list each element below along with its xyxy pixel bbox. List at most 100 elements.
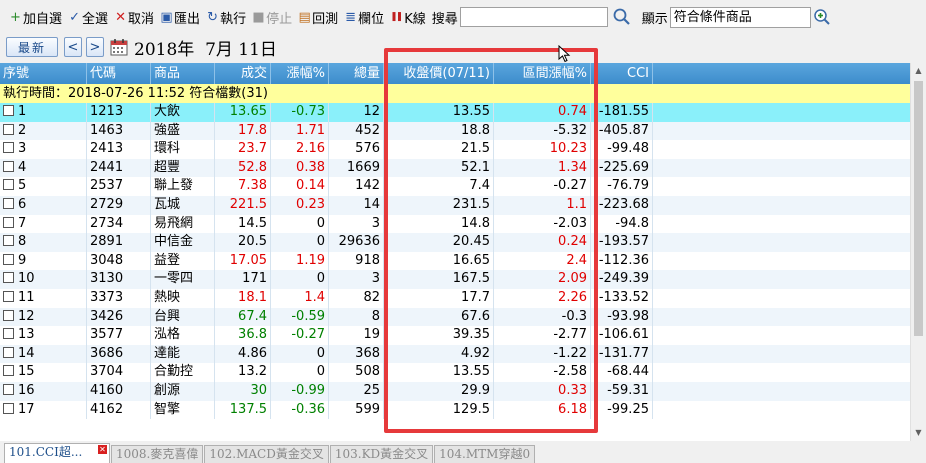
toolbar-button-7[interactable]: ▤ 回測 [295, 6, 341, 28]
row-checkbox[interactable] [3, 346, 14, 358]
cell-vol: 29636 [329, 233, 384, 252]
cell-code: 2734 [87, 214, 151, 234]
table-row[interactable]: 14 3686 達能 4.86 0 368 4.92 -1.22 -131.77 [0, 344, 910, 364]
row-checkbox[interactable] [3, 142, 14, 154]
toolbar-button-8[interactable]: ≣ 欄位 [341, 6, 387, 28]
prev-date-button[interactable]: < [64, 37, 82, 57]
row-number: 10 [18, 271, 35, 287]
column-header[interactable]: 序號 [0, 63, 87, 84]
cell-code: 2441 [87, 158, 151, 178]
row-number-cell: 9 [0, 251, 87, 271]
row-checkbox[interactable] [3, 328, 14, 340]
strategy-tab[interactable]: 104.MTM穿越0 [434, 445, 536, 463]
column-header[interactable]: 區間漲幅% [494, 63, 591, 84]
row-checkbox[interactable] [3, 235, 14, 247]
row-checkbox[interactable] [3, 197, 14, 209]
toolbar-button-1[interactable]: + 加自選 [6, 6, 65, 28]
table-row[interactable]: 8 2891 中信金 20.5 0 29636 20.45 0.24 -193.57 [0, 233, 910, 252]
column-header[interactable]: 收盤價(07/11) [384, 63, 494, 84]
cell-chg: 0 [271, 214, 329, 234]
row-checkbox[interactable] [3, 123, 14, 135]
table-row[interactable]: 12 3426 台興 67.4 -0.59 8 67.6 -0.3 -93.98 [0, 307, 910, 327]
table-row[interactable]: 4 2441 超豐 52.8 0.38 1669 52.1 1.34 -225.69 [0, 158, 910, 178]
table-row[interactable]: 3 2413 環科 23.7 2.16 576 21.5 10.23 -99.48 [0, 140, 910, 159]
cell-range: 0.24 [494, 233, 591, 252]
cell-chg: -0.36 [271, 400, 329, 420]
columns-icon: ≣ [345, 9, 357, 25]
row-checkbox[interactable] [3, 105, 14, 116]
table-row[interactable]: 5 2537 聯上發 7.38 0.14 142 7.4 -0.27 -76.79 [0, 177, 910, 196]
row-checkbox[interactable] [3, 160, 14, 172]
cell-vol: 3 [329, 214, 384, 234]
vertical-scrollbar[interactable]: ▲ ▼ [910, 63, 926, 441]
strategy-tab[interactable]: 1008.麥克喜偉 [111, 445, 204, 463]
row-checkbox[interactable] [3, 290, 14, 302]
search-input[interactable] [459, 7, 608, 27]
latest-button[interactable]: 最新 [6, 37, 58, 57]
cell-price: 36.8 [215, 326, 271, 345]
strategy-tab[interactable]: 102.MACD黃金交叉 [204, 445, 329, 463]
row-checkbox[interactable] [3, 272, 14, 284]
column-header[interactable]: 成交 [215, 63, 271, 84]
search-icon[interactable] [612, 7, 632, 27]
scroll-down-icon[interactable]: ▼ [911, 425, 926, 441]
strategy-tab[interactable]: 103.KD黃金交叉 [329, 445, 434, 463]
row-checkbox[interactable] [3, 365, 14, 377]
toolbar-button-9[interactable]: ❚❚ K線 [387, 6, 429, 28]
table-row[interactable]: 15 3704 合勤控 13.2 0 508 13.55 -2.58 -68.44 [0, 363, 910, 382]
scroll-up-icon[interactable]: ▲ [911, 63, 926, 79]
table-row[interactable]: 13 3577 泓格 36.8 -0.27 19 39.35 -2.77 -106.61 [0, 326, 910, 345]
scrollbar-thumb[interactable] [914, 81, 923, 336]
display-select[interactable]: 符合條件商品 [669, 6, 811, 28]
toolbar-button-5[interactable]: ↻ 執行 [203, 6, 249, 28]
cell-code: 2891 [87, 233, 151, 252]
kline-icon: ❚❚ [390, 11, 403, 22]
display-label: 顯示 [641, 11, 668, 27]
tab-close-icon[interactable]: ✕ [98, 445, 107, 454]
row-checkbox[interactable] [3, 253, 14, 265]
toolbar-button-3[interactable]: ✕ 取消 [111, 6, 157, 28]
next-date-button[interactable]: > [86, 37, 104, 57]
row-checkbox[interactable] [3, 402, 14, 414]
table-row[interactable]: 7 2734 易飛網 14.5 0 3 14.8 -2.03 -94.8 [0, 214, 910, 234]
row-checkbox[interactable] [3, 383, 14, 395]
toolbar-button-2[interactable]: ✓ 全選 [65, 6, 111, 28]
column-header[interactable]: 商品 [151, 63, 215, 84]
column-header[interactable]: 漲幅% [271, 63, 329, 84]
table-row[interactable]: 16 4160 創源 30 -0.99 25 29.9 0.33 -59.31 [0, 381, 910, 401]
cell-name: 一零四 [151, 270, 215, 289]
column-header[interactable]: 總量 [329, 63, 384, 84]
toolbar-button-4[interactable]: ▣ 匯出 [157, 6, 203, 28]
table-row[interactable]: 2 1463 強盛 17.8 1.71 452 18.8 -5.32 -405.87 [0, 121, 910, 141]
row-checkbox[interactable] [3, 179, 14, 191]
table-row[interactable]: 10 3130 一零四 171 0 3 167.5 2.09 -249.39 [0, 270, 910, 289]
row-checkbox[interactable] [3, 216, 14, 228]
column-header[interactable]: 代碼 [87, 63, 151, 84]
cell-cci: -223.68 [591, 195, 653, 215]
calendar-icon[interactable] [110, 38, 128, 56]
row-checkbox[interactable] [3, 309, 14, 321]
table-row[interactable]: 11 3373 熱映 18.1 1.4 82 17.7 2.26 -133.52 [0, 288, 910, 308]
table-row[interactable]: 1 1213 大飲 13.65 -0.73 12 13.55 0.74 -181.55 [0, 103, 910, 122]
cell-name: 中信金 [151, 233, 215, 252]
row-number-cell: 16 [0, 381, 87, 401]
cell-vol: 576 [329, 140, 384, 159]
cell-vol: 142 [329, 177, 384, 196]
grid-header: 序號 代碼 商品 成交 漲幅% 總量 收盤價(07/11) 區間漲幅% CCI [0, 63, 910, 84]
cell-price: 17.05 [215, 251, 271, 271]
zoom-in-icon[interactable] [813, 8, 831, 26]
toolbar-button-label: 加自選 [23, 11, 63, 27]
row-number: 2 [18, 122, 27, 138]
column-header[interactable]: CCI [591, 63, 653, 84]
cell-vol: 1669 [329, 158, 384, 178]
row-number: 5 [18, 178, 27, 194]
table-row[interactable]: 6 2729 瓦城 221.5 0.23 14 231.5 1.1 -223.68 [0, 195, 910, 215]
strategy-tab[interactable]: 101.CCI超... ✕ [4, 443, 110, 463]
toolbar-button-6[interactable]: ■ 停止 [249, 6, 295, 28]
tab-label: 101.CCI超... [9, 445, 83, 459]
table-row[interactable]: 17 4162 智擎 137.5 -0.36 599 129.5 6.18 -99.25 [0, 400, 910, 420]
table-row[interactable]: 9 3048 益登 17.05 1.19 918 16.65 2.4 -112.36 [0, 251, 910, 271]
cell-price: 14.5 [215, 214, 271, 234]
toolbar-button-label: 匯出 [174, 11, 201, 27]
cell-name: 易飛網 [151, 214, 215, 234]
